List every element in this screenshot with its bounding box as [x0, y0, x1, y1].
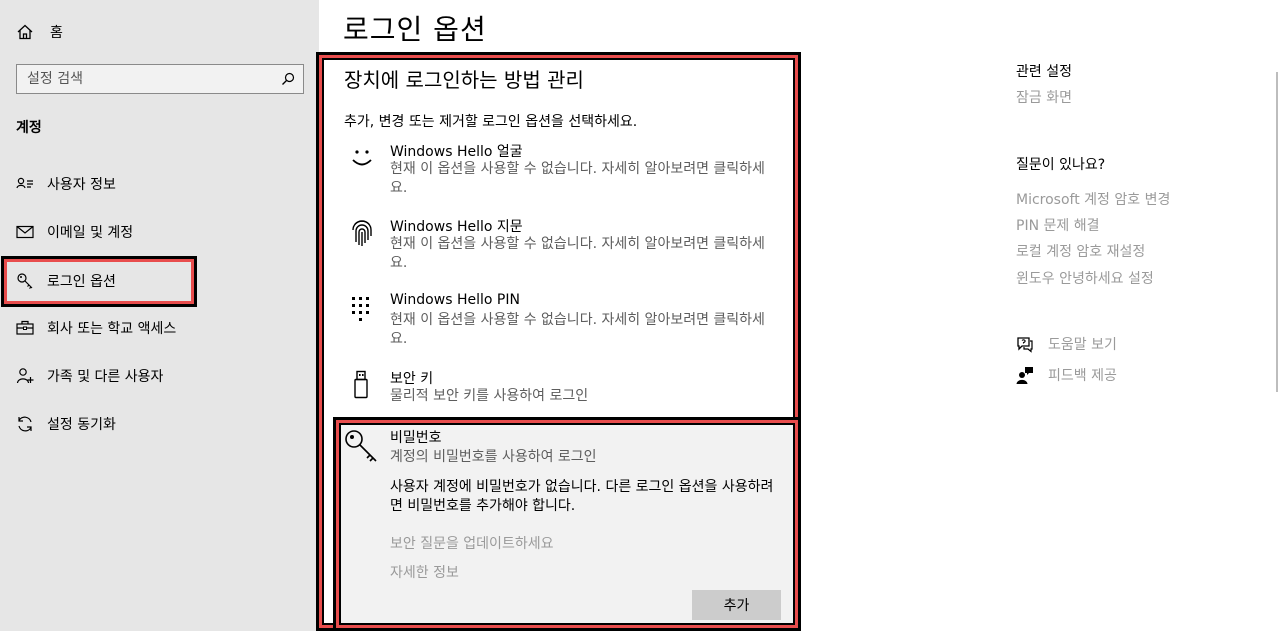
- option-name: Windows Hello PIN: [390, 292, 520, 308]
- home-label: 홈: [50, 25, 63, 41]
- option-name: Windows Hello 지문: [390, 219, 523, 235]
- mail-icon: [16, 225, 34, 239]
- feedback-person-icon: [1016, 367, 1033, 384]
- scrollbar[interactable]: [1276, 72, 1278, 392]
- section-subtitle: 장치에 로그인하는 방법 관리: [344, 68, 584, 92]
- home-link[interactable]: 홈: [16, 22, 63, 42]
- reset-local-password-link[interactable]: 로컬 계정 암호 재설정: [1016, 241, 1145, 261]
- option-info: 현재 이 옵션을 사용할 수 없습니다. 자세히 알아보려면 클릭하세요.: [390, 236, 765, 271]
- sidebar-item-label: 회사 또는 학교 액세스: [47, 321, 177, 337]
- option-hello-fingerprint[interactable]: Windows Hello 지문 현재 이 옵션을 사용할 수 없습니다. 자세…: [344, 216, 784, 276]
- option-security-key[interactable]: 보안 키 물리적 보안 키를 사용하여 로그인: [344, 368, 784, 408]
- option-hello-pin[interactable]: Windows Hello PIN 현재 이 옵션을 사용할 수 없습니다. 자…: [344, 292, 784, 352]
- more-info-link[interactable]: 자세한 정보: [390, 562, 459, 582]
- search-input[interactable]: [27, 71, 267, 87]
- get-help-link[interactable]: 도움말 보기: [1016, 334, 1117, 354]
- option-hello-face[interactable]: Windows Hello 얼굴 현재 이 옵션을 사용할 수 없습니다. 자세…: [344, 141, 784, 201]
- search-icon[interactable]: [281, 72, 295, 86]
- option-name: 보안 키: [390, 371, 434, 387]
- pin-keypad-icon: [352, 297, 369, 321]
- windows-hello-setup-link[interactable]: 윈도우 안녕하세요 설정: [1016, 268, 1154, 288]
- get-help-label: 도움말 보기: [1048, 337, 1117, 353]
- change-ms-password-link[interactable]: Microsoft 계정 암호 변경: [1016, 189, 1170, 209]
- person-add-icon: [16, 368, 34, 384]
- help-chat-icon: [1017, 337, 1033, 353]
- briefcase-icon: [16, 320, 34, 335]
- sidebar-item-label: 설정 동기화: [47, 417, 116, 433]
- lock-screen-link[interactable]: 잠금 화면: [1016, 87, 1072, 107]
- page-title: 로그인 옵션: [343, 13, 487, 46]
- sidebar-item-sync-settings[interactable]: 설정 동기화: [0, 404, 319, 444]
- related-settings-title: 관련 설정: [1016, 64, 1072, 80]
- person-card-icon: [16, 177, 33, 189]
- sidebar: 홈 계정 사용자 정보 이메일 및 계정 로그인 옵션: [0, 0, 319, 631]
- password-key-icon: [345, 430, 377, 462]
- section-description: 추가, 변경 또는 제거할 로그인 옵션을 선택하세요.: [344, 114, 638, 130]
- key-icon: [17, 273, 33, 289]
- sidebar-item-work-school[interactable]: 회사 또는 학교 액세스: [0, 308, 319, 348]
- sidebar-item-label: 로그인 옵션: [47, 274, 116, 290]
- password-message: 사용자 계정에 비밀번호가 없습니다. 다른 로그인 옵션을 사용하려면 비밀번…: [390, 479, 774, 514]
- sync-icon: [18, 416, 32, 432]
- sidebar-item-label: 사용자 정보: [47, 177, 116, 193]
- give-feedback-label: 피드백 제공: [1048, 368, 1117, 384]
- pin-troubleshoot-link[interactable]: PIN 문제 해결: [1016, 215, 1099, 235]
- section-title: 계정: [16, 120, 42, 136]
- sidebar-item-sign-in-options[interactable]: 로그인 옵션: [0, 261, 190, 301]
- sidebar-item-label: 가족 및 다른 사용자: [47, 369, 164, 385]
- face-icon: [352, 150, 372, 166]
- option-name: Windows Hello 얼굴: [390, 144, 523, 160]
- sidebar-item-label: 이메일 및 계정: [47, 225, 134, 241]
- add-password-button[interactable]: 추가: [692, 590, 781, 620]
- option-info: 현재 이 옵션을 사용할 수 없습니다. 자세히 알아보려면 클릭하세요.: [390, 312, 765, 347]
- fingerprint-icon: [352, 220, 372, 246]
- sidebar-item-family-users[interactable]: 가족 및 다른 사용자: [0, 356, 319, 396]
- update-security-questions-link[interactable]: 보안 질문을 업데이트하세요: [390, 533, 553, 553]
- give-feedback-link[interactable]: 피드백 제공: [1016, 365, 1117, 385]
- option-info: 현재 이 옵션을 사용할 수 없습니다. 자세히 알아보려면 클릭하세요.: [390, 161, 765, 196]
- questions-title: 질문이 있나요?: [1016, 157, 1106, 173]
- usb-key-icon: [354, 370, 368, 399]
- sidebar-item-email-accounts[interactable]: 이메일 및 계정: [0, 212, 319, 252]
- sidebar-item-user-info[interactable]: 사용자 정보: [0, 164, 319, 204]
- password-option-info: 계정의 비밀번호를 사용하여 로그인: [390, 449, 597, 465]
- password-option-name: 비밀번호: [390, 430, 442, 446]
- home-icon: [17, 24, 33, 40]
- search-box[interactable]: [16, 64, 304, 94]
- option-info: 물리적 보안 키를 사용하여 로그인: [390, 388, 589, 404]
